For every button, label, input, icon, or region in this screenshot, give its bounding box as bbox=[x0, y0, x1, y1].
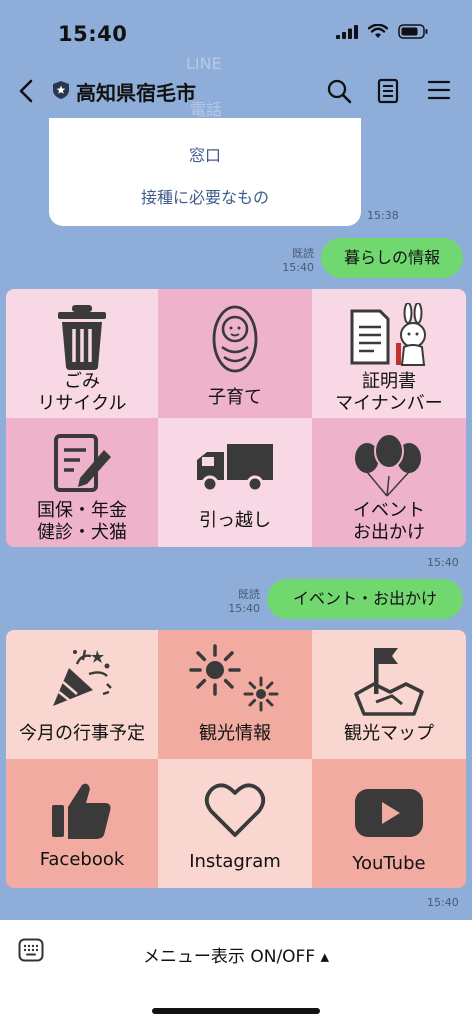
button-card-message: 窓口 接種に必要なもの bbox=[49, 118, 361, 226]
menu-item-facebook[interactable]: Facebook bbox=[6, 759, 158, 888]
menu-item-garbage[interactable]: ごみ リサイクル bbox=[6, 289, 158, 418]
menu-item-events[interactable]: イベント お出かけ bbox=[312, 418, 466, 547]
form-edit-icon bbox=[54, 434, 111, 492]
thumbs-up-icon bbox=[52, 783, 111, 839]
fireworks-icon bbox=[189, 644, 279, 712]
status-time: 15:40 bbox=[58, 22, 128, 46]
menu-toggle-button[interactable]: メニュー表示 ON/OFF ▴ bbox=[0, 942, 472, 967]
menu-item-label: Facebook bbox=[39, 849, 125, 870]
user-message-bubble: 暮らしの情報 bbox=[321, 238, 463, 278]
rich-menu-living-info: ごみ リサイクル 子育て 証明書 マイナンバー 国保・年金 健診・犬猫 引っ越し… bbox=[6, 289, 466, 547]
menu-item-tourism-info[interactable]: 観光情報 bbox=[158, 630, 312, 759]
battery-icon bbox=[398, 24, 428, 39]
menu-item-youtube[interactable]: YouTube bbox=[312, 759, 466, 888]
menu-item-label: 観光情報 bbox=[199, 723, 271, 744]
heart-icon bbox=[204, 783, 266, 837]
signal-icon bbox=[336, 24, 358, 39]
user-message-bubble: イベント・お出かけ bbox=[267, 579, 463, 619]
menu-item-label: 引っ越し bbox=[199, 510, 271, 531]
read-receipt: 既読 15:40 bbox=[282, 247, 314, 274]
home-indicator bbox=[152, 1008, 320, 1014]
menu-item-label: 証明書 マイナンバー bbox=[335, 371, 443, 414]
read-receipt: 既読 15:40 bbox=[228, 588, 260, 615]
menu-item-tourism-map[interactable]: 観光マップ bbox=[312, 630, 466, 759]
menu-item-label: YouTube bbox=[352, 853, 426, 874]
status-bar: 15:40 bbox=[0, 0, 472, 64]
menu-item-certificates[interactable]: 証明書 マイナンバー bbox=[312, 289, 466, 418]
trash-icon bbox=[58, 305, 106, 370]
message-timestamp: 15:40 bbox=[427, 896, 459, 909]
bottom-bar: メニュー表示 ON/OFF ▴ bbox=[0, 920, 472, 1024]
document-mascot-icon bbox=[350, 303, 426, 366]
baby-icon bbox=[212, 305, 258, 373]
card-link-window[interactable]: 窓口 bbox=[49, 142, 361, 166]
chat-title: 高知県宿毛市 bbox=[76, 81, 196, 105]
menu-item-label: ごみ リサイクル bbox=[37, 371, 127, 414]
search-icon[interactable] bbox=[326, 78, 352, 104]
menu-item-childcare[interactable]: 子育て bbox=[158, 289, 312, 418]
menu-item-insurance[interactable]: 国保・年金 健診・犬猫 bbox=[6, 418, 158, 547]
menu-item-label: イベント お出かけ bbox=[353, 500, 425, 543]
card-link-requirements[interactable]: 接種に必要なもの bbox=[49, 184, 361, 208]
message-timestamp: 15:40 bbox=[427, 556, 459, 569]
menu-item-label: 観光マップ bbox=[344, 723, 434, 744]
menu-item-instagram[interactable]: Instagram bbox=[158, 759, 312, 888]
menu-item-moving[interactable]: 引っ越し bbox=[158, 418, 312, 547]
chat-header: 高知県宿毛市 bbox=[0, 64, 472, 120]
rich-menu-events: 今月の行事予定 観光情報 観光マップ Facebook Instagram Yo… bbox=[6, 630, 466, 888]
menu-item-monthly-events[interactable]: 今月の行事予定 bbox=[6, 630, 158, 759]
notes-icon[interactable] bbox=[377, 78, 399, 104]
youtube-icon bbox=[355, 789, 423, 837]
truck-icon bbox=[197, 444, 273, 493]
menu-item-label: Instagram bbox=[189, 851, 281, 872]
balloons-icon bbox=[355, 433, 421, 497]
back-icon[interactable] bbox=[16, 78, 36, 104]
wifi-icon bbox=[368, 24, 388, 38]
menu-item-label: 国保・年金 健診・犬猫 bbox=[37, 500, 127, 543]
party-popper-icon bbox=[53, 649, 112, 706]
status-icons bbox=[336, 24, 428, 39]
map-flag-icon bbox=[354, 648, 424, 716]
menu-item-label: 今月の行事予定 bbox=[19, 723, 145, 744]
verified-shield-icon bbox=[53, 81, 69, 99]
message-timestamp: 15:38 bbox=[367, 209, 399, 222]
hamburger-menu-icon[interactable] bbox=[427, 78, 451, 102]
menu-item-label: 子育て bbox=[208, 387, 262, 408]
